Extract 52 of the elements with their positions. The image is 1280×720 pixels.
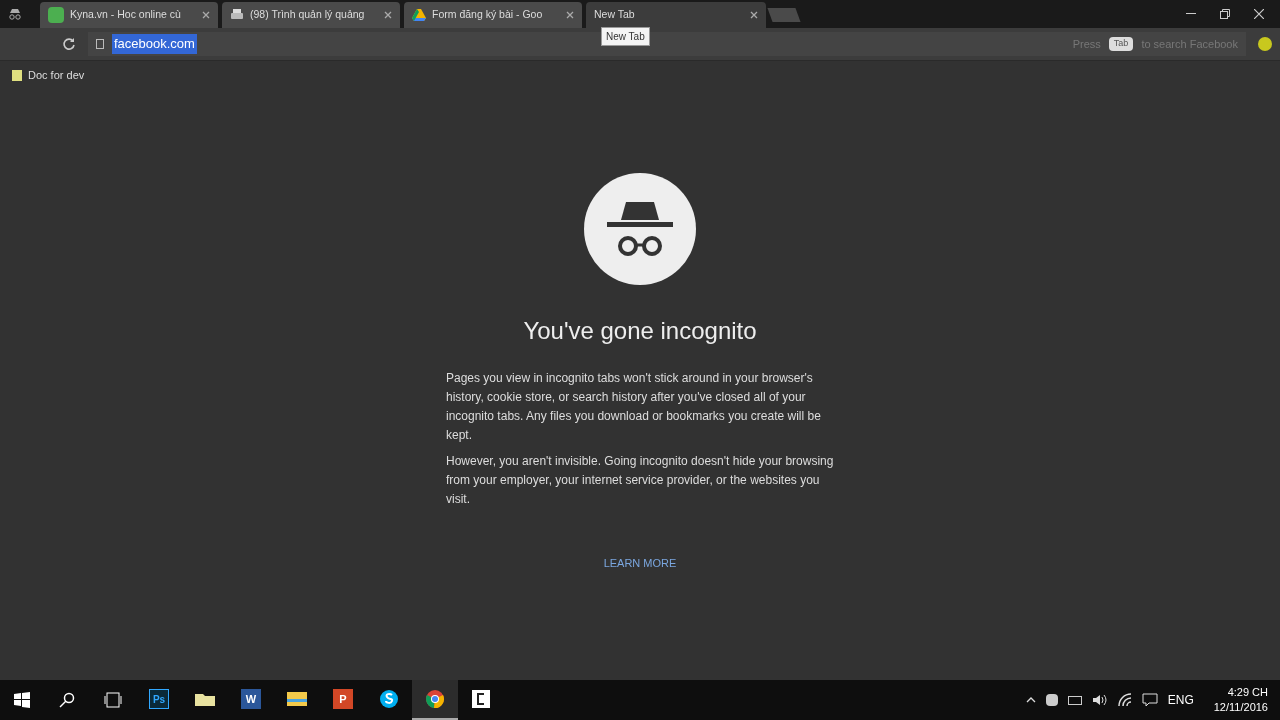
- bookmark-label: Doc for dev: [28, 68, 85, 84]
- page-icon: [96, 39, 104, 49]
- close-icon[interactable]: [750, 11, 758, 19]
- tab-title: Kyna.vn - Hoc online cù: [70, 7, 182, 23]
- taskbar-item[interactable]: Ps: [136, 680, 182, 720]
- site-icon: [48, 7, 64, 23]
- volume-icon[interactable]: [1091, 693, 1108, 707]
- taskbar-item[interactable]: [412, 680, 458, 720]
- paragraph: Pages you view in incognito tabs won't stick around in your browser's history, cookie store, or search history after you've closed all of your incognito tabs. Any files you download or bookmarks you create will be kept.: [446, 370, 822, 444]
- tab-title: Form đăng ký bài - Goo: [432, 7, 544, 23]
- close-icon[interactable]: [1254, 9, 1264, 19]
- learn-more-link[interactable]: LEARN MORE: [603, 555, 677, 572]
- browser-tab[interactable]: New Tab: [586, 2, 766, 28]
- incognito-icon: [7, 8, 23, 20]
- browser-tab[interactable]: Kyna.vn - Hoc online cù: [40, 2, 218, 28]
- clock[interactable]: 4:29 CH 12/11/2016: [1213, 685, 1268, 715]
- address-text: facebook.com: [112, 34, 197, 54]
- time-text: 4:29 CH: [1227, 685, 1268, 700]
- page-title: You've gone incognito: [523, 316, 757, 346]
- battery-icon[interactable]: [1067, 695, 1082, 705]
- restore-icon[interactable]: [1220, 9, 1230, 19]
- search-icon[interactable]: [59, 692, 75, 708]
- browser-tab[interactable]: Form đăng ký bài - Goo: [404, 2, 582, 28]
- wifi-icon[interactable]: [1117, 693, 1132, 707]
- chevron-icon[interactable]: [1025, 697, 1036, 703]
- note-icon: [12, 70, 22, 81]
- tooltip: New Tab: [601, 27, 650, 46]
- taskbar-item[interactable]: W: [228, 680, 274, 720]
- message-icon[interactable]: [1141, 693, 1158, 707]
- app-icon[interactable]: [471, 689, 491, 709]
- paragraph: However, you aren't invisible. Going incognito doesn't hide your browsing from your employer, your internet service provider, or the websites you visit.: [446, 453, 834, 508]
- tab-title: (98) Trình quản lý quảng: [250, 7, 366, 23]
- reload-icon[interactable]: [62, 37, 76, 51]
- taskbar-item[interactable]: P: [320, 680, 366, 720]
- minimize-icon[interactable]: [1186, 13, 1196, 15]
- browser-tab[interactable]: (98) Trình quản lý quảng: [222, 2, 400, 28]
- app-icon[interactable]: W: [241, 689, 261, 709]
- tab-title: New Tab: [594, 7, 636, 23]
- triangle-icon: [412, 8, 426, 22]
- bookmark[interactable]: Doc for dev: [12, 67, 85, 84]
- task-view-icon[interactable]: [104, 692, 122, 708]
- extension-icon[interactable]: [1258, 37, 1272, 51]
- date-text: 12/11/2016: [1213, 700, 1268, 715]
- key-label: Tab: [1108, 37, 1134, 51]
- printer-icon: [230, 8, 244, 22]
- app-icon[interactable]: P: [333, 689, 353, 709]
- chrome-icon[interactable]: [425, 689, 445, 709]
- tray-icon[interactable]: [1045, 694, 1058, 706]
- app-icon[interactable]: Ps: [149, 689, 169, 709]
- windows-icon[interactable]: [14, 692, 30, 708]
- language-indicator[interactable]: ENG: [1167, 691, 1194, 709]
- skype-icon[interactable]: [379, 689, 399, 709]
